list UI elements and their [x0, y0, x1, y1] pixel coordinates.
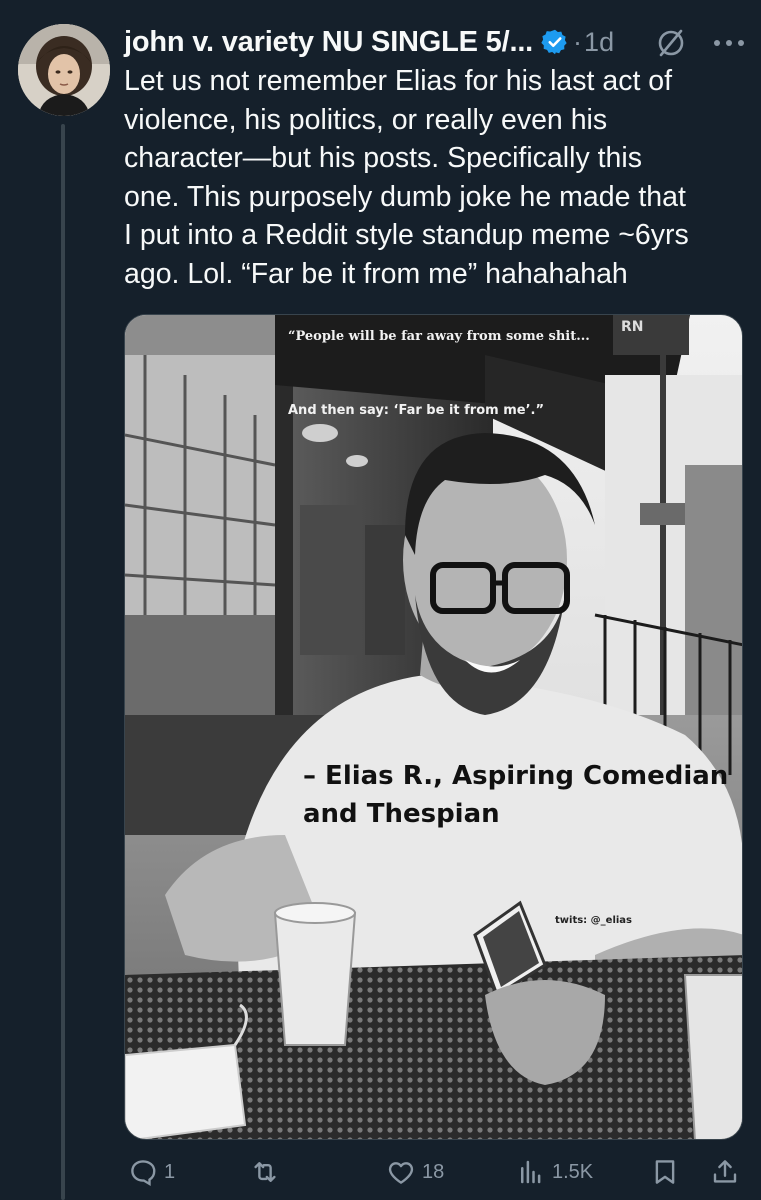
timestamp[interactable]: 1d: [584, 27, 614, 58]
verified-badge-icon: [541, 28, 569, 56]
reply-icon: [128, 1157, 158, 1187]
tweet-text: Let us not remember Elias for his last a…: [124, 65, 689, 290]
grok-icon[interactable]: [654, 26, 688, 60]
share-icon: [710, 1157, 740, 1187]
separator-dot: ·: [573, 26, 583, 57]
reply-count: 1: [164, 1160, 176, 1183]
meme-handle: twits: @_elias: [555, 915, 632, 926]
display-name[interactable]: john v. variety NU SINGLE 5/...: [124, 26, 533, 59]
share-button[interactable]: [710, 1152, 740, 1192]
like-button[interactable]: 18: [386, 1152, 444, 1192]
reply-button[interactable]: 1: [128, 1152, 175, 1192]
avatar[interactable]: [18, 24, 110, 116]
views-icon: [516, 1157, 546, 1187]
bookmark-button[interactable]: [650, 1152, 680, 1192]
storefront-sign-text: RN: [621, 319, 644, 335]
meme-attribution: – Elias R., Aspiring Comedian and Thespi…: [303, 761, 729, 829]
photo: [125, 315, 742, 1139]
retweet-icon: [250, 1157, 280, 1187]
action-bar: 1 18 1.5K: [124, 1152, 754, 1192]
meme-quote-line-2: And then say: ‘Far be it from me’.”: [288, 403, 544, 418]
retweet-button[interactable]: [250, 1152, 286, 1192]
tweet-header: john v. variety NU SINGLE 5/... · 1d: [124, 18, 754, 66]
more-icon[interactable]: [709, 26, 749, 60]
bookmark-icon: [650, 1157, 680, 1187]
like-count: 18: [422, 1160, 445, 1183]
meme-quote-line-1: “People will be far away from some shit.…: [288, 329, 590, 344]
thread-line: [61, 124, 65, 1200]
views-count: 1.5K: [552, 1160, 594, 1183]
like-icon: [386, 1157, 416, 1187]
media-image[interactable]: RN “People will be far away from some sh…: [124, 314, 743, 1140]
views-button[interactable]: 1.5K: [516, 1152, 593, 1192]
avatar-photo: [18, 24, 110, 116]
